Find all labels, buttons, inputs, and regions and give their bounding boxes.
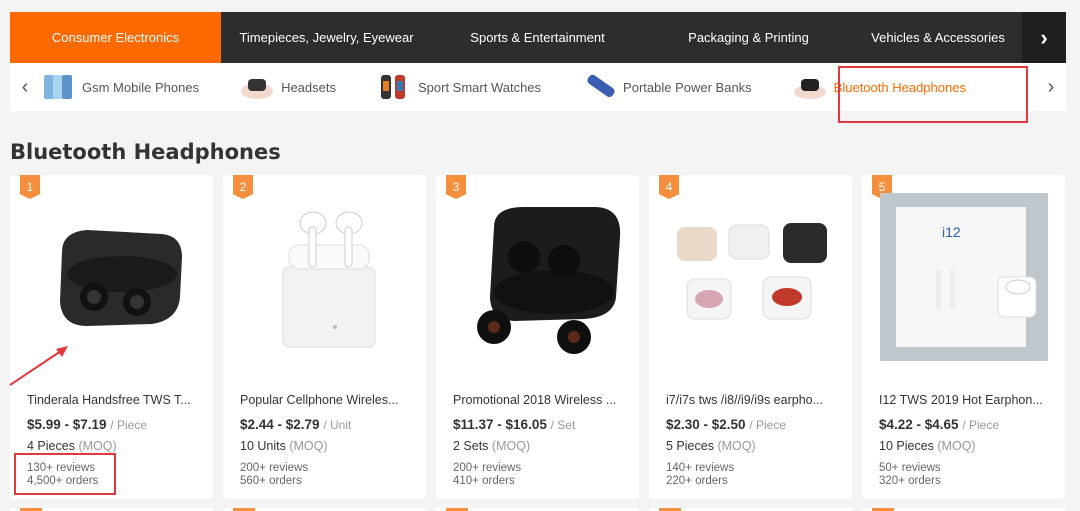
product-image[interactable]	[28, 193, 196, 361]
subcategory-headsets[interactable]: Headsets	[239, 63, 336, 111]
product-moq: 10 Pieces (MOQ)	[879, 439, 976, 453]
subcategory-label: Portable Power Banks	[623, 79, 752, 95]
subcategory-label: Sport Smart Watches	[417, 79, 542, 95]
section-title: Bluetooth Headphones	[10, 140, 281, 164]
chevron-right-icon[interactable]: ›	[1036, 63, 1066, 111]
product-stats: 140+ reviews 220+ orders	[666, 462, 735, 487]
product-moq: 5 Pieces (MOQ)	[666, 439, 756, 453]
category-tab-bar: Consumer Electronics Timepieces, Jewelry…	[10, 12, 1066, 71]
subcategory-portable-power-banks[interactable]: Portable Power Banks	[581, 63, 752, 111]
product-image[interactable]	[241, 193, 409, 361]
tab-timepieces-jewelry-eyewear[interactable]: Timepieces, Jewelry, Eyewear	[221, 12, 432, 63]
earbuds-thumbnail-icon	[792, 72, 828, 102]
product-title[interactable]: i7/i7s tws /i8//i9/i9s earpho...	[666, 393, 841, 407]
product-card[interactable]: 4 i7/i7s tws /i8//i9/i9s earpho... $2.30…	[649, 175, 852, 499]
product-card[interactable]: 3 Promotional 2018 Wireless ... $11.37 -…	[436, 175, 639, 499]
tab-packaging-printing[interactable]: Packaging & Printing	[643, 12, 854, 63]
powerbank-thumbnail-icon	[581, 72, 617, 102]
product-image[interactable]	[667, 193, 835, 361]
product-title[interactable]: Popular Cellphone Wireles...	[240, 393, 415, 407]
subcategory-gsm-mobile-phones[interactable]: Gsm Mobile Phones	[40, 63, 199, 111]
subcategory-bluetooth-headphones[interactable]: Bluetooth Headphones	[792, 63, 966, 111]
product-price: $5.99 - $7.19 / Piece	[27, 417, 148, 432]
annotation-highlight-box	[14, 453, 116, 495]
product-stats: 50+ reviews 320+ orders	[879, 462, 941, 487]
phone-thumbnail-icon	[40, 72, 76, 102]
product-title[interactable]: I12 TWS 2019 Hot Earphon...	[879, 393, 1054, 407]
product-moq: 10 Units (MOQ)	[240, 439, 328, 453]
product-moq: 2 Sets (MOQ)	[453, 439, 531, 453]
subcategory-label: Bluetooth Headphones	[833, 79, 966, 95]
chevron-right-icon[interactable]: ›	[1022, 12, 1066, 63]
product-moq: 4 Pieces (MOQ)	[27, 439, 117, 453]
subcategory-sport-smart-watches[interactable]: Sport Smart Watches	[376, 63, 541, 111]
product-card[interactable]: 1 Tinderala Handsfree TWS T... $5.99 - $…	[10, 175, 213, 499]
product-stats: 200+ reviews 410+ orders	[453, 462, 522, 487]
subcategory-label: Headsets	[281, 79, 336, 95]
product-title[interactable]: Promotional 2018 Wireless ...	[453, 393, 628, 407]
headset-thumbnail-icon	[239, 72, 275, 102]
watch-thumbnail-icon	[376, 72, 412, 102]
product-stats: 200+ reviews 560+ orders	[240, 462, 309, 487]
tab-consumer-electronics[interactable]: Consumer Electronics	[10, 12, 221, 71]
product-price: $2.30 - $2.50 / Piece	[666, 417, 787, 432]
subcategory-bar: ‹ Gsm Mobile Phones Headsets Sport Smart…	[10, 63, 1066, 111]
product-card[interactable]: 5 i12 I12 TWS 2019 Hot Earphon... $4.22 …	[862, 175, 1065, 499]
product-image[interactable]: i12	[880, 193, 1048, 361]
product-title[interactable]: Tinderala Handsfree TWS T...	[27, 393, 202, 407]
tab-sports-entertainment[interactable]: Sports & Entertainment	[432, 12, 643, 63]
product-price: $11.37 - $16.05 / Set	[453, 417, 576, 432]
product-card[interactable]: 2 Popular Cellphone Wireles... $2.44 - $…	[223, 175, 426, 499]
product-image[interactable]	[454, 193, 622, 361]
product-list: 1 Tinderala Handsfree TWS T... $5.99 - $…	[10, 175, 1065, 499]
tab-vehicles-accessories[interactable]: Vehicles & Accessories	[854, 12, 1022, 63]
svg-text:i12: i12	[942, 224, 961, 240]
chevron-left-icon[interactable]: ‹	[10, 63, 40, 111]
product-price: $4.22 - $4.65 / Piece	[879, 417, 1000, 432]
product-price: $2.44 - $2.79 / Unit	[240, 417, 352, 432]
subcategory-label: Gsm Mobile Phones	[82, 79, 200, 95]
annotation-arrow-icon	[9, 346, 68, 386]
